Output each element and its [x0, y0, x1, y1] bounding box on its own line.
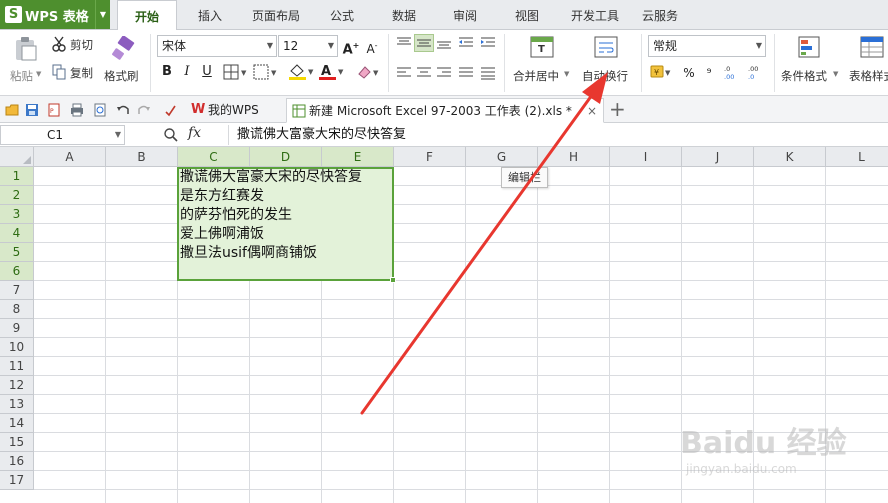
- watermark-brand: Baidu 经验: [680, 426, 847, 461]
- watermark-url: jingyan.baidu.com: [686, 462, 797, 476]
- baidu-watermark: Baidu 经验 jingyan.baidu.com: [680, 418, 880, 498]
